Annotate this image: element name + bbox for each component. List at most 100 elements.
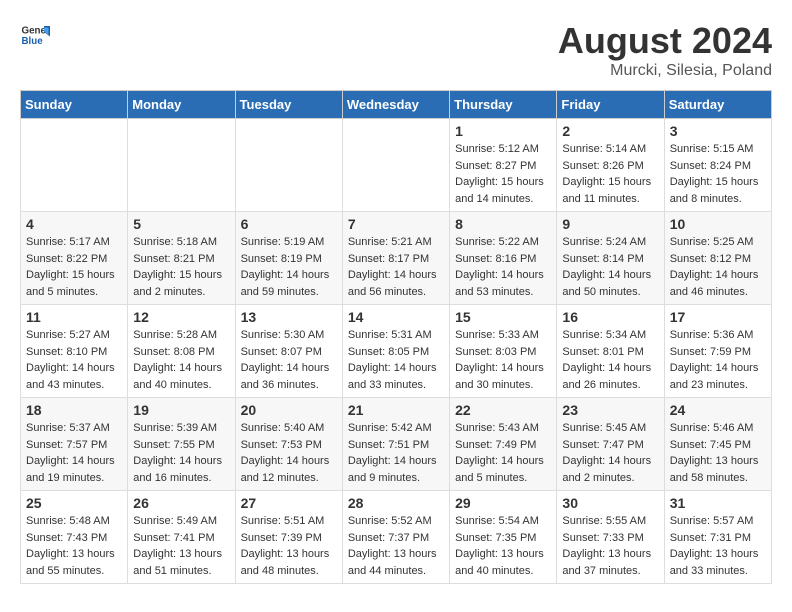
- calendar-cell: 4Sunrise: 5:17 AM Sunset: 8:22 PM Daylig…: [21, 212, 128, 305]
- day-info: Sunrise: 5:37 AM Sunset: 7:57 PM Dayligh…: [26, 420, 122, 486]
- calendar-cell: [342, 119, 449, 212]
- day-info: Sunrise: 5:31 AM Sunset: 8:05 PM Dayligh…: [348, 327, 444, 393]
- calendar-cell: 6 Sunrise: 5:19 AM Sunset: 8:19 PM Daylig…: [235, 212, 342, 305]
- day-info: Sunrise: 5:49 AM Sunset: 7:41 PM Dayligh…: [133, 513, 229, 579]
- calendar-cell: 29 Sunrise: 5:54 AM Sunset: 7:35 PM Dayli…: [450, 491, 557, 584]
- calendar-cell: 17 Sunrise: 5:36 AM Sunset: 7:59 PM Dayli…: [664, 305, 771, 398]
- calendar-cell: 15 Sunrise: 5:33 AM Sunset: 8:03 PM Dayli…: [450, 305, 557, 398]
- day-info: Sunrise: 5:19 AM Sunset: 8:19 PM Dayligh…: [241, 234, 337, 300]
- calendar-cell: 26Sunrise: 5:49 AM Sunset: 7:41 PM Dayli…: [128, 491, 235, 584]
- day-number: 30: [562, 495, 658, 511]
- day-info: Sunrise: 5:33 AM Sunset: 8:03 PM Dayligh…: [455, 327, 551, 393]
- day-info: Sunrise: 5:21 AM Sunset: 8:17 PM Dayligh…: [348, 234, 444, 300]
- day-info: Sunrise: 5:17 AM Sunset: 8:22 PM Dayligh…: [26, 234, 122, 300]
- day-info: Sunrise: 5:25 AM Sunset: 8:12 PM Dayligh…: [670, 234, 766, 300]
- day-info: Sunrise: 5:46 AM Sunset: 7:45 PM Dayligh…: [670, 420, 766, 486]
- calendar-cell: [21, 119, 128, 212]
- calendar-cell: 28 Sunrise: 5:52 AM Sunset: 7:37 PM Dayli…: [342, 491, 449, 584]
- calendar-cell: 21 Sunrise: 5:42 AM Sunset: 7:51 PM Dayli…: [342, 398, 449, 491]
- day-of-week-header: Thursday: [450, 91, 557, 119]
- day-info: Sunrise: 5:39 AM Sunset: 7:55 PM Dayligh…: [133, 420, 229, 486]
- calendar-cell: 7 Sunrise: 5:21 AM Sunset: 8:17 PM Daylig…: [342, 212, 449, 305]
- day-of-week-header: Tuesday: [235, 91, 342, 119]
- calendar-cell: 31Sunrise: 5:57 AM Sunset: 7:31 PM Dayli…: [664, 491, 771, 584]
- day-info: Sunrise: 5:34 AM Sunset: 8:01 PM Dayligh…: [562, 327, 658, 393]
- calendar-header-row: SundayMondayTuesdayWednesdayThursdayFrid…: [21, 91, 772, 119]
- logo: General Blue: [20, 20, 50, 50]
- day-info: Sunrise: 5:30 AM Sunset: 8:07 PM Dayligh…: [241, 327, 337, 393]
- day-info: Sunrise: 5:54 AM Sunset: 7:35 PM Dayligh…: [455, 513, 551, 579]
- calendar-cell: 25 Sunrise: 5:48 AM Sunset: 7:43 PM Dayli…: [21, 491, 128, 584]
- day-number: 15: [455, 309, 551, 325]
- day-of-week-header: Monday: [128, 91, 235, 119]
- day-info: Sunrise: 5:18 AM Sunset: 8:21 PM Dayligh…: [133, 234, 229, 300]
- day-info: Sunrise: 5:15 AM Sunset: 8:24 PM Dayligh…: [670, 141, 766, 207]
- day-of-week-header: Friday: [557, 91, 664, 119]
- calendar-cell: 19 Sunrise: 5:39 AM Sunset: 7:55 PM Dayli…: [128, 398, 235, 491]
- day-number: 10: [670, 216, 766, 232]
- calendar-cell: 20Sunrise: 5:40 AM Sunset: 7:53 PM Dayli…: [235, 398, 342, 491]
- day-info: Sunrise: 5:42 AM Sunset: 7:51 PM Dayligh…: [348, 420, 444, 486]
- day-number: 16: [562, 309, 658, 325]
- day-number: 7: [348, 216, 444, 232]
- day-info: Sunrise: 5:55 AM Sunset: 7:33 PM Dayligh…: [562, 513, 658, 579]
- day-info: Sunrise: 5:52 AM Sunset: 7:37 PM Dayligh…: [348, 513, 444, 579]
- calendar-week-row: 1 Sunrise: 5:12 AM Sunset: 8:27 PM Daylig…: [21, 119, 772, 212]
- day-number: 11: [26, 309, 122, 325]
- location-subtitle: Murcki, Silesia, Poland: [558, 62, 772, 80]
- calendar-cell: 12Sunrise: 5:28 AM Sunset: 8:08 PM Dayli…: [128, 305, 235, 398]
- day-info: Sunrise: 5:51 AM Sunset: 7:39 PM Dayligh…: [241, 513, 337, 579]
- calendar-week-row: 25 Sunrise: 5:48 AM Sunset: 7:43 PM Dayli…: [21, 491, 772, 584]
- calendar-week-row: 4Sunrise: 5:17 AM Sunset: 8:22 PM Daylig…: [21, 212, 772, 305]
- day-number: 24: [670, 402, 766, 418]
- day-info: Sunrise: 5:48 AM Sunset: 7:43 PM Dayligh…: [26, 513, 122, 579]
- day-number: 25: [26, 495, 122, 511]
- calendar-cell: 13Sunrise: 5:30 AM Sunset: 8:07 PM Dayli…: [235, 305, 342, 398]
- day-number: 29: [455, 495, 551, 511]
- day-info: Sunrise: 5:22 AM Sunset: 8:16 PM Dayligh…: [455, 234, 551, 300]
- day-info: Sunrise: 5:24 AM Sunset: 8:14 PM Dayligh…: [562, 234, 658, 300]
- calendar-cell: 3Sunrise: 5:15 AM Sunset: 8:24 PM Daylig…: [664, 119, 771, 212]
- calendar-week-row: 11Sunrise: 5:27 AM Sunset: 8:10 PM Dayli…: [21, 305, 772, 398]
- calendar-table: SundayMondayTuesdayWednesdayThursdayFrid…: [20, 90, 772, 584]
- calendar-cell: 27 Sunrise: 5:51 AM Sunset: 7:39 PM Dayli…: [235, 491, 342, 584]
- day-number: 17: [670, 309, 766, 325]
- calendar-cell: 14 Sunrise: 5:31 AM Sunset: 8:05 PM Dayli…: [342, 305, 449, 398]
- calendar-cell: 1 Sunrise: 5:12 AM Sunset: 8:27 PM Daylig…: [450, 119, 557, 212]
- day-info: Sunrise: 5:40 AM Sunset: 7:53 PM Dayligh…: [241, 420, 337, 486]
- calendar-week-row: 18 Sunrise: 5:37 AM Sunset: 7:57 PM Dayli…: [21, 398, 772, 491]
- calendar-cell: 11Sunrise: 5:27 AM Sunset: 8:10 PM Dayli…: [21, 305, 128, 398]
- day-info: Sunrise: 5:12 AM Sunset: 8:27 PM Dayligh…: [455, 141, 551, 207]
- day-info: Sunrise: 5:36 AM Sunset: 7:59 PM Dayligh…: [670, 327, 766, 393]
- day-number: 1: [455, 123, 551, 139]
- calendar-cell: 9 Sunrise: 5:24 AM Sunset: 8:14 PM Daylig…: [557, 212, 664, 305]
- day-of-week-header: Wednesday: [342, 91, 449, 119]
- calendar-cell: 16 Sunrise: 5:34 AM Sunset: 8:01 PM Dayli…: [557, 305, 664, 398]
- day-number: 5: [133, 216, 229, 232]
- calendar-cell: 8 Sunrise: 5:22 AM Sunset: 8:16 PM Daylig…: [450, 212, 557, 305]
- calendar-cell: 10 Sunrise: 5:25 AM Sunset: 8:12 PM Dayli…: [664, 212, 771, 305]
- day-number: 9: [562, 216, 658, 232]
- svg-text:Blue: Blue: [22, 36, 44, 47]
- day-number: 27: [241, 495, 337, 511]
- title-area: August 2024 Murcki, Silesia, Poland: [558, 20, 772, 80]
- logo-icon: General Blue: [20, 20, 50, 50]
- day-number: 6: [241, 216, 337, 232]
- day-number: 23: [562, 402, 658, 418]
- calendar-cell: 24 Sunrise: 5:46 AM Sunset: 7:45 PM Dayli…: [664, 398, 771, 491]
- calendar-cell: 22Sunrise: 5:43 AM Sunset: 7:49 PM Dayli…: [450, 398, 557, 491]
- day-number: 19: [133, 402, 229, 418]
- calendar-cell: 5 Sunrise: 5:18 AM Sunset: 8:21 PM Daylig…: [128, 212, 235, 305]
- day-info: Sunrise: 5:57 AM Sunset: 7:31 PM Dayligh…: [670, 513, 766, 579]
- day-info: Sunrise: 5:45 AM Sunset: 7:47 PM Dayligh…: [562, 420, 658, 486]
- month-year-title: August 2024: [558, 20, 772, 62]
- day-number: 28: [348, 495, 444, 511]
- day-number: 14: [348, 309, 444, 325]
- day-number: 21: [348, 402, 444, 418]
- day-number: 8: [455, 216, 551, 232]
- day-number: 22: [455, 402, 551, 418]
- day-number: 18: [26, 402, 122, 418]
- calendar-cell: 30 Sunrise: 5:55 AM Sunset: 7:33 PM Dayli…: [557, 491, 664, 584]
- day-number: 12: [133, 309, 229, 325]
- day-info: Sunrise: 5:14 AM Sunset: 8:26 PM Dayligh…: [562, 141, 658, 207]
